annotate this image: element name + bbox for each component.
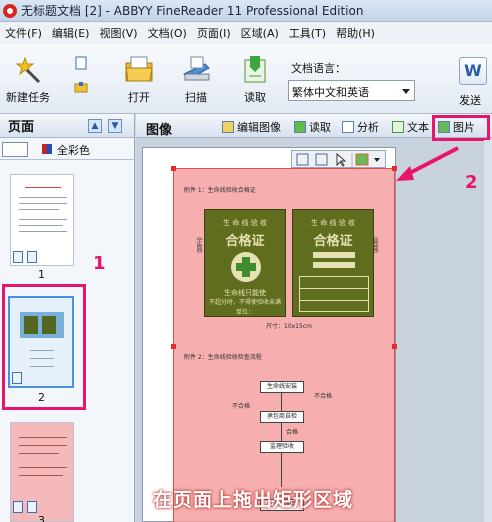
annotation-arrow: [396, 146, 459, 181]
right-scrollbar[interactable]: [484, 140, 492, 522]
